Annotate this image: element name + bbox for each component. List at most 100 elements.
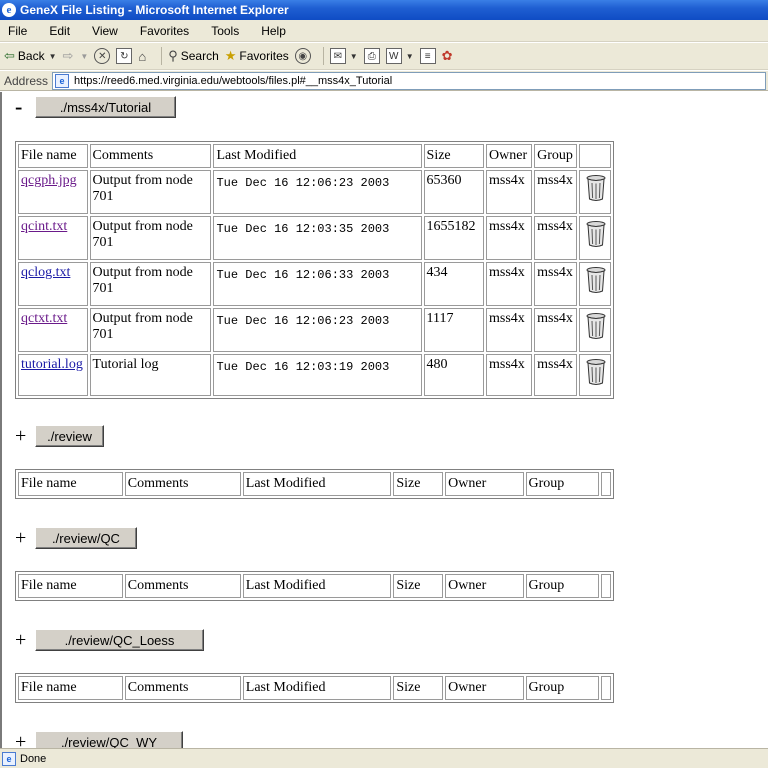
section-header-tutorial: - ./mss4x/Tutorial — [15, 96, 176, 118]
messenger-button[interactable]: ✿ — [442, 45, 456, 67]
menu-file[interactable]: File — [8, 24, 27, 38]
menu-view[interactable]: View — [92, 24, 118, 38]
discuss-button[interactable]: ≡ — [419, 45, 436, 67]
modified-cell: Tue Dec 16 12:06:23 2003 — [213, 170, 422, 214]
menu-tools[interactable]: Tools — [211, 24, 239, 38]
col-last-modified: Last Modified — [213, 144, 422, 168]
section-header-review: + ./review — [15, 425, 104, 447]
menu-favorites[interactable]: Favorites — [140, 24, 189, 38]
owner-cell: mss4x — [486, 216, 533, 260]
trash-icon[interactable] — [585, 266, 607, 294]
delete-cell — [579, 170, 611, 214]
trash-icon[interactable] — [585, 358, 607, 386]
menu-help[interactable]: Help — [261, 24, 286, 38]
favorites-button[interactable]: ★ Favorites — [225, 45, 289, 67]
page-content: - ./mss4x/Tutorial File name Comments La… — [0, 92, 768, 748]
delete-cell — [579, 262, 611, 306]
page-icon: e — [55, 73, 70, 88]
mail-button[interactable]: ✉ ▼ — [329, 45, 358, 67]
group-cell: mss4x — [534, 354, 578, 396]
forward-dropdown-icon[interactable]: ▼ — [80, 52, 88, 61]
address-url: https://reed6.med.virginia.edu/webtools/… — [74, 74, 393, 87]
dir-button-review-qc-loess[interactable]: ./review/QC_Loess — [35, 629, 204, 651]
file-link[interactable]: qclog.txt — [21, 265, 70, 280]
modified-cell: Tue Dec 16 12:06:33 2003 — [213, 262, 422, 306]
group-cell: mss4x — [534, 170, 578, 214]
col-group: Group — [525, 472, 599, 496]
dir-button-review[interactable]: ./review — [35, 425, 104, 447]
print-button[interactable]: ⎙ — [363, 45, 380, 67]
group-cell: mss4x — [534, 262, 578, 306]
file-link[interactable]: qctxt.txt — [21, 311, 67, 326]
section-header-review-qc: + ./review/QC — [15, 527, 137, 549]
comment-cell: Output from node 701 — [89, 308, 212, 352]
stop-button[interactable]: ✕ — [94, 45, 111, 67]
back-arrow-icon: ⇦ — [4, 48, 15, 63]
collapse-toggle[interactable]: - — [15, 96, 35, 118]
col-size: Size — [393, 676, 444, 700]
edit-button[interactable]: W ▼ — [385, 45, 414, 67]
section-header-review-qc-loess: + ./review/QC_Loess — [15, 629, 204, 651]
media-button[interactable]: ◉ — [294, 45, 311, 67]
size-cell: 1655182 — [423, 216, 485, 260]
trash-icon[interactable] — [585, 174, 607, 202]
edit-word-icon: W — [385, 48, 402, 64]
address-input[interactable]: e https://reed6.med.virginia.edu/webtool… — [52, 71, 766, 90]
search-button[interactable]: ⚲ Search — [168, 45, 219, 67]
menu-edit[interactable]: Edit — [49, 24, 70, 38]
back-dropdown-icon[interactable]: ▼ — [49, 52, 57, 61]
delete-cell — [579, 354, 611, 396]
comment-cell: Output from node 701 — [89, 170, 212, 214]
dir-button-review-qc[interactable]: ./review/QC — [35, 527, 137, 549]
favorites-label: Favorites — [239, 49, 289, 63]
comment-cell: Output from node 701 — [89, 262, 212, 306]
toolbar-separator — [161, 47, 163, 65]
file-table-review-qc: File name Comments Last Modified Size Ow… — [15, 571, 614, 601]
file-link[interactable]: qcint.txt — [21, 219, 67, 234]
trash-icon[interactable] — [585, 220, 607, 248]
col-owner: Owner — [486, 144, 533, 168]
group-cell: mss4x — [534, 308, 578, 352]
file-link[interactable]: qcgph.jpg — [21, 173, 77, 188]
discuss-icon: ≡ — [419, 48, 436, 64]
file-cell: tutorial.log — [18, 354, 88, 396]
favorites-star-icon: ★ — [224, 48, 237, 63]
expand-toggle[interactable]: + — [15, 528, 35, 548]
expand-toggle[interactable]: + — [15, 630, 35, 650]
file-link[interactable]: tutorial.log — [21, 357, 83, 372]
owner-cell: mss4x — [486, 170, 533, 214]
table-row: qcgph.jpg Output from node 701 Tue Dec 1… — [18, 170, 611, 214]
trash-icon[interactable] — [585, 312, 607, 340]
owner-cell: mss4x — [486, 262, 533, 306]
dir-button-review-qc-wy[interactable]: ./review/QC_WY — [35, 731, 183, 748]
edit-dropdown-icon[interactable]: ▼ — [406, 52, 414, 61]
col-comments: Comments — [124, 472, 241, 496]
refresh-button[interactable]: ↻ — [116, 45, 133, 67]
dir-button-tutorial[interactable]: ./mss4x/Tutorial — [35, 96, 176, 118]
col-group: Group — [525, 574, 599, 598]
search-icon: ⚲ — [168, 48, 178, 63]
expand-toggle[interactable]: + — [15, 426, 35, 446]
modified-cell: Tue Dec 16 12:03:19 2003 — [213, 354, 422, 396]
table-row: qctxt.txt Output from node 701 Tue Dec 1… — [18, 308, 611, 352]
mail-dropdown-icon[interactable]: ▼ — [350, 52, 358, 61]
back-button[interactable]: ⇦ Back ▼ — [4, 45, 57, 67]
file-table-tutorial: File name Comments Last Modified Size Ow… — [15, 141, 614, 399]
modified-cell: Tue Dec 16 12:03:35 2003 — [213, 216, 422, 260]
refresh-icon: ↻ — [116, 48, 133, 64]
media-icon: ◉ — [294, 48, 311, 64]
menu-bar: File Edit View Favorites Tools Help — [0, 20, 768, 42]
table-row: tutorial.log Tutorial log Tue Dec 16 12:… — [18, 354, 611, 396]
forward-button[interactable]: ⇨ ▼ — [63, 45, 89, 67]
home-button[interactable]: ⌂ — [138, 45, 149, 67]
stop-icon: ✕ — [94, 48, 111, 64]
col-group: Group — [534, 144, 578, 168]
col-file-name: File name — [18, 472, 123, 496]
expand-toggle[interactable]: + — [15, 732, 35, 748]
col-actions — [600, 574, 611, 598]
home-icon: ⌂ — [138, 48, 147, 64]
col-last-modified: Last Modified — [242, 472, 392, 496]
col-size: Size — [393, 472, 444, 496]
file-cell: qctxt.txt — [18, 308, 88, 352]
col-actions — [600, 472, 611, 496]
